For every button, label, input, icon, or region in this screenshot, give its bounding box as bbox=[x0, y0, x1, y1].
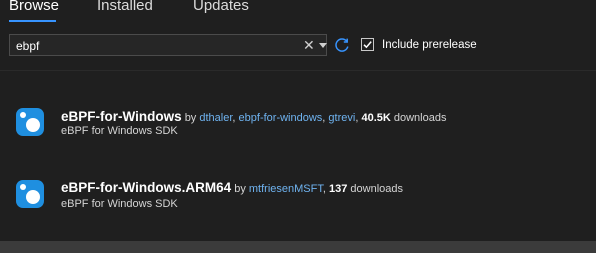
by-label: by bbox=[234, 183, 246, 195]
search-input[interactable] bbox=[16, 38, 296, 54]
include-prerelease-checkbox[interactable] bbox=[361, 38, 374, 51]
author-link[interactable]: dthaler bbox=[199, 112, 232, 124]
package-description: eBPF for Windows SDK bbox=[61, 125, 178, 137]
package-name: eBPF-for-Windows bbox=[61, 109, 182, 124]
author-link[interactable]: mtfriesenMSFT bbox=[249, 183, 323, 195]
next-package-item-partial[interactable] bbox=[0, 241, 596, 253]
chevron-down-icon[interactable] bbox=[319, 43, 327, 48]
author-link[interactable]: ebpf-for-windows bbox=[239, 112, 323, 124]
package-name: eBPF-for-Windows.ARM64 bbox=[61, 180, 232, 195]
package-item[interactable]: eBPF-for-Windows.ARM64 by mtfriesenMSFT,… bbox=[0, 178, 596, 238]
include-prerelease-label: Include prerelease bbox=[382, 39, 477, 51]
nuget-package-icon bbox=[16, 180, 44, 208]
download-count: 40.5K bbox=[361, 112, 391, 124]
refresh-icon[interactable] bbox=[334, 37, 350, 53]
active-tab-indicator bbox=[9, 20, 56, 22]
package-item[interactable]: eBPF-for-Windows by dthaler, ebpf-for-wi… bbox=[0, 100, 596, 160]
divider bbox=[0, 70, 596, 71]
nuget-package-icon bbox=[16, 108, 44, 136]
download-count: 137 bbox=[328, 183, 348, 195]
tab-bar: Browse Installed Updates bbox=[0, 0, 596, 24]
tab-updates[interactable]: Updates bbox=[193, 0, 249, 14]
package-title-line: eBPF-for-Windows.ARM64 by mtfriesenMSFT,… bbox=[61, 180, 403, 195]
author-link[interactable]: gtrevi bbox=[328, 112, 355, 124]
tab-browse[interactable]: Browse bbox=[9, 0, 59, 14]
search-row: ✕ Include prerelease bbox=[0, 34, 596, 58]
downloads-label: downloads bbox=[393, 112, 447, 124]
downloads-label: downloads bbox=[350, 183, 403, 195]
package-description: eBPF for Windows SDK bbox=[61, 198, 178, 210]
search-box[interactable]: ✕ bbox=[9, 34, 327, 56]
checkmark-icon bbox=[363, 41, 372, 49]
close-icon[interactable]: ✕ bbox=[303, 37, 315, 53]
package-title-line: eBPF-for-Windows by dthaler, ebpf-for-wi… bbox=[61, 109, 447, 124]
tab-installed[interactable]: Installed bbox=[97, 0, 153, 14]
by-label: by bbox=[184, 112, 197, 124]
